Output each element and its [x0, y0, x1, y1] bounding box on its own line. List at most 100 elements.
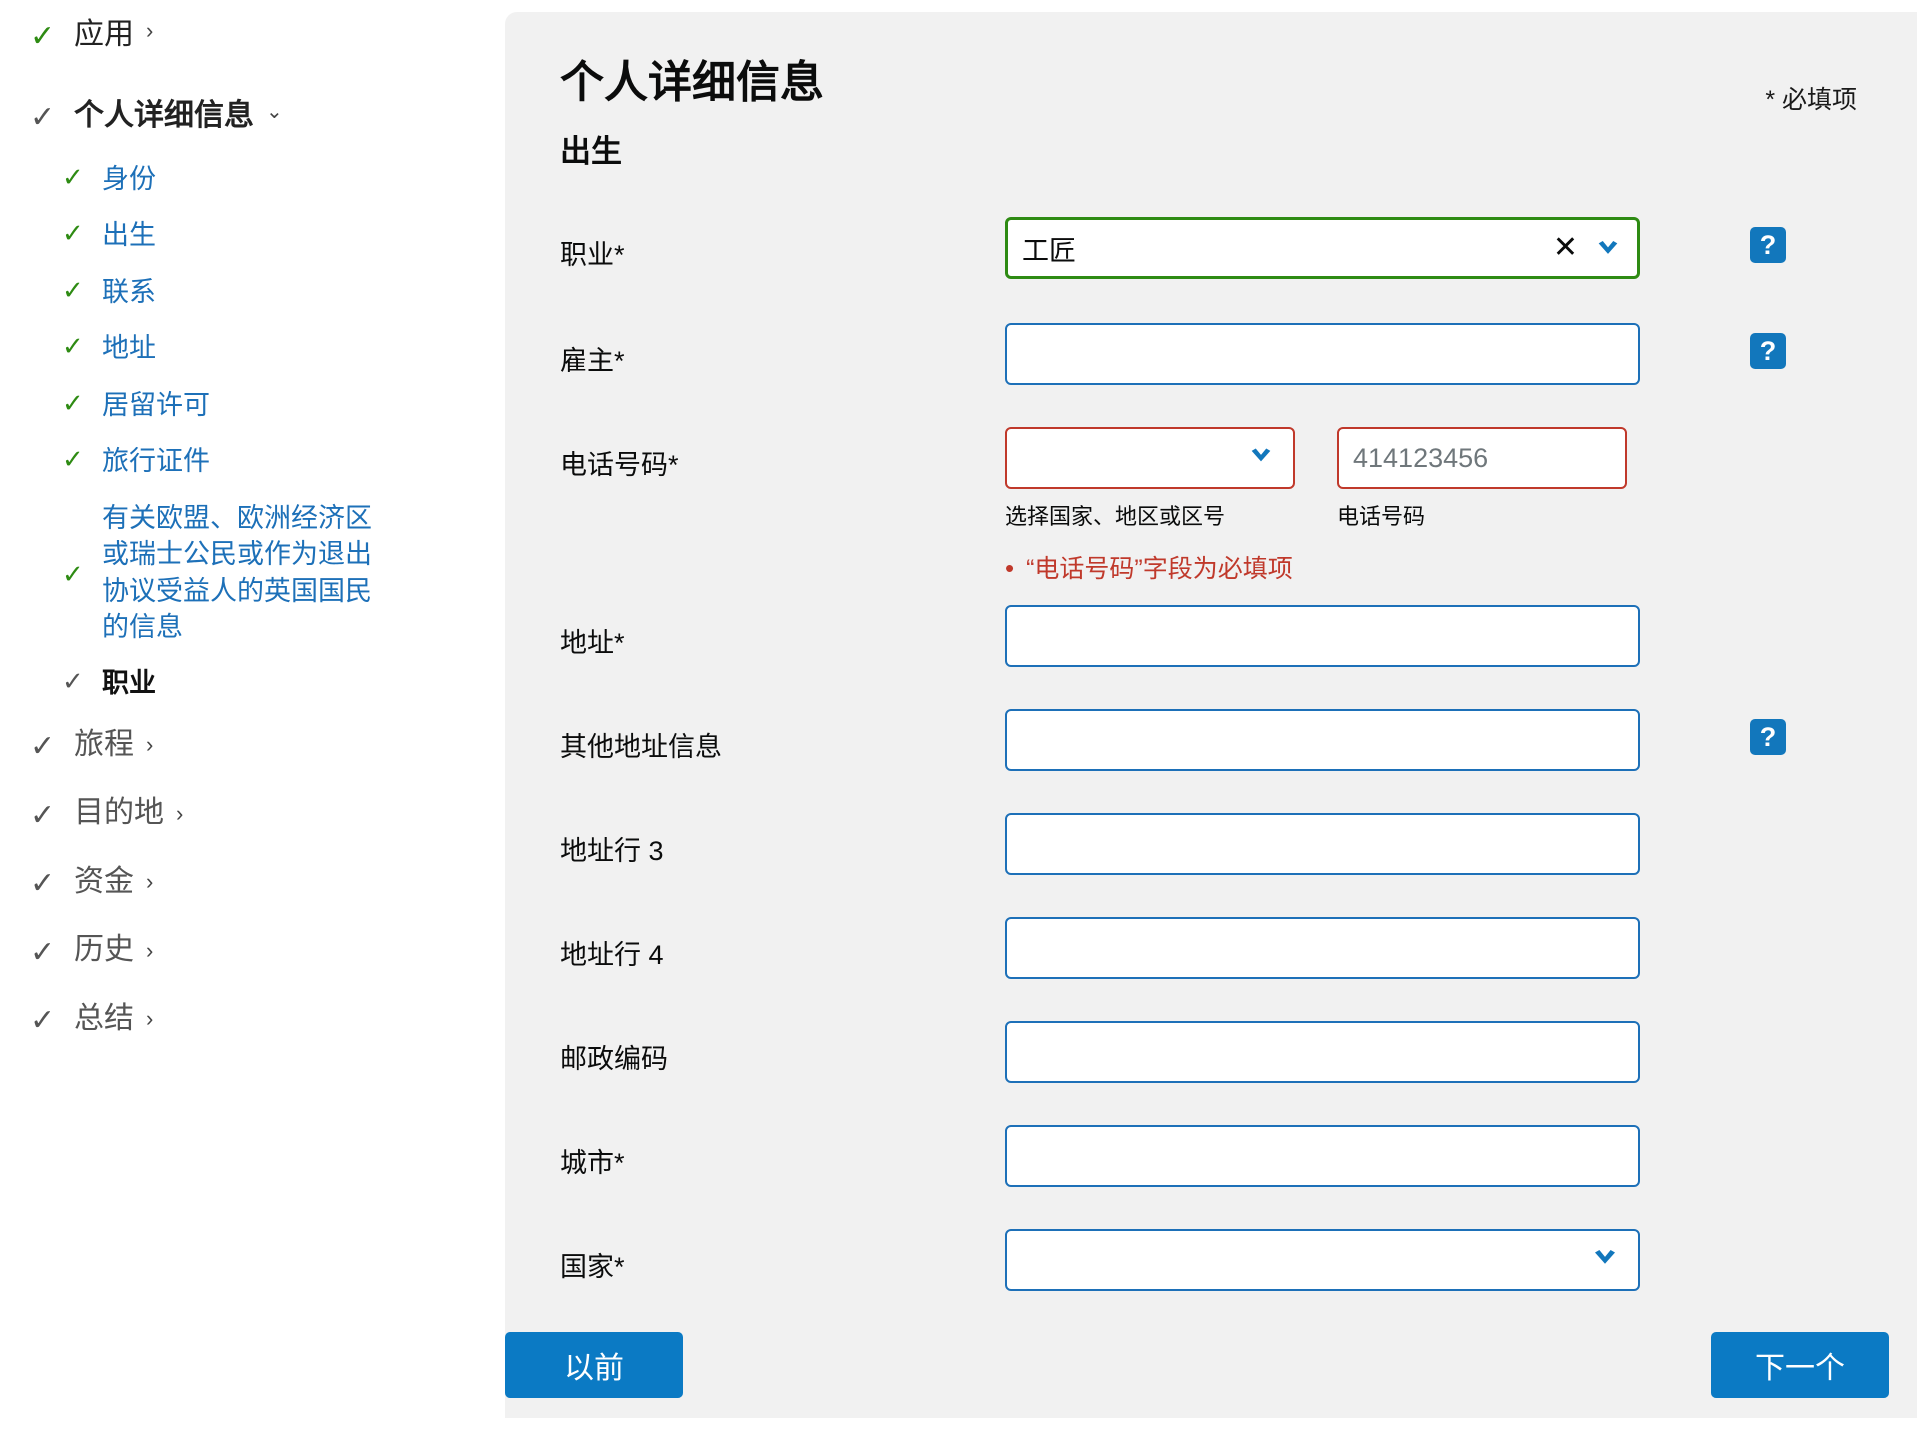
sidebar-section-label: 个人详细信息 [74, 98, 254, 132]
check-icon: ✓ [30, 798, 56, 832]
sidebar-item-birth[interactable]: ✓ 出生 [0, 217, 500, 253]
sidebar-bottom-sections: ✓ 旅程 › ✓ 目的地 › ✓ 资金 › ✓ 历史 › ✓ 总结 › [0, 728, 500, 1037]
next-button[interactable]: 下一个 [1711, 1332, 1889, 1398]
check-icon: ✓ [62, 559, 84, 589]
field-row-address-line3: 地址行 3 [535, 813, 1857, 897]
previous-button[interactable]: 以前 [505, 1332, 683, 1398]
field-row-phone: 电话号码* 选择国家、地区或区号 414123456 电话号码 • “电话号码”… [535, 427, 1857, 585]
address-line4-input[interactable] [1005, 917, 1640, 979]
field-row-address-line4: 地址行 4 [535, 917, 1857, 1001]
sidebar-section-label: 资金 [74, 864, 134, 898]
sidebar-item-label: 联系 [102, 276, 156, 307]
sidebar-section-journey[interactable]: ✓ 旅程 › [30, 728, 500, 763]
chevron-right-icon: › [146, 18, 154, 43]
sidebar-item-label: 出生 [102, 220, 156, 251]
country-select[interactable] [1005, 1229, 1640, 1291]
phone-country-select-wrap[interactable] [1005, 427, 1295, 489]
sidebar-section-label: 目的地 [74, 796, 164, 830]
address-line4-control [1005, 917, 1857, 979]
phone-error-message: • “电话号码”字段为必填项 [1005, 549, 1857, 585]
sidebar-item-residence-permit[interactable]: ✓ 居留许可 [0, 387, 500, 423]
check-icon: ✓ [62, 444, 84, 475]
check-icon: ✓ [62, 666, 84, 697]
field-row-country: 国家* [535, 1229, 1857, 1313]
phone-label: 电话号码* [560, 450, 679, 480]
city-input[interactable] [1005, 1125, 1640, 1187]
postcode-input[interactable] [1005, 1021, 1640, 1083]
field-row-occupation: 职业* ✕ ? [535, 217, 1857, 301]
sidebar-item-eu-eea-swiss-info[interactable]: ✓ 有关欧盟、欧洲经济区或瑞士公民或作为退出协议受益人的英国国民的信息 [0, 500, 500, 646]
sidebar-item-contact[interactable]: ✓ 联系 [0, 274, 500, 310]
bullet-icon: • [1005, 553, 1015, 583]
sidebar-section-application[interactable]: ✓ 应用 › [0, 18, 500, 53]
sidebar-section-personal-details[interactable]: ✓ 个人详细信息 ⌄ [0, 99, 500, 134]
sidebar-section-funds[interactable]: ✓ 资金 › [30, 865, 500, 900]
sidebar-item-address[interactable]: ✓ 地址 [0, 330, 500, 366]
phone-control: 选择国家、地区或区号 电话号码 • “电话号码”字段为必填项 [1005, 427, 1857, 585]
chevron-right-icon: › [146, 937, 154, 963]
occupation-help-icon[interactable]: ? [1750, 227, 1786, 263]
sidebar-item-label: 旅行证件 [102, 446, 210, 477]
address-label: 地址* [560, 628, 625, 658]
chevron-right-icon: › [146, 732, 154, 758]
page-title: 个人详细信息 [560, 58, 824, 107]
page-subtitle: 出生 [560, 134, 622, 169]
sidebar-item-label: 居留许可 [102, 389, 210, 420]
field-row-city: 城市* [535, 1125, 1857, 1209]
chevron-right-icon: › [146, 869, 154, 895]
field-row-address-other: 其他地址信息 ? [535, 709, 1857, 793]
truncated-top-text [1887, 0, 1893, 6]
phone-number-input[interactable] [1337, 427, 1627, 489]
sidebar-section-destination[interactable]: ✓ 目的地 › [30, 796, 500, 831]
occupation-control: ✕ ? [1005, 217, 1857, 279]
check-icon: ✓ [62, 218, 84, 249]
phone-country-select[interactable] [1005, 427, 1295, 489]
address-other-control: ? [1005, 709, 1857, 771]
form-panel: * 必填项 个人详细信息 出生 职业* ✕ [505, 12, 1917, 1312]
chevron-down-icon: ⌄ [266, 100, 283, 123]
sidebar-section-history[interactable]: ✓ 历史 › [30, 933, 500, 968]
check-icon: ✓ [62, 331, 84, 362]
sidebar-item-label: 有关欧盟、欧洲经济区或瑞士公民或作为退出协议受益人的英国国民的信息 [102, 502, 372, 642]
check-icon: ✓ [62, 274, 84, 305]
postcode-control [1005, 1021, 1857, 1083]
city-label: 城市* [560, 1148, 625, 1178]
application-form-page: ✓ 应用 › ✓ 个人详细信息 ⌄ ✓ 身份 ✓ 出生 ✓ 联系 ✓ 地址 ✓ … [0, 0, 1917, 1430]
phone-country-col: 选择国家、地区或区号 [1005, 427, 1295, 531]
chevron-down-icon[interactable] [1594, 234, 1622, 262]
check-icon: ✓ [30, 935, 56, 969]
sidebar-section-summary[interactable]: ✓ 总结 › [30, 1002, 500, 1037]
address-line3-input[interactable] [1005, 813, 1640, 875]
sidebar-item-travel-document[interactable]: ✓ 旅行证件 [0, 443, 500, 479]
sidebar-subitems: ✓ 身份 ✓ 出生 ✓ 联系 ✓ 地址 ✓ 居留许可 ✓ 旅行证件 ✓ 有关欧盟… [0, 161, 500, 702]
phone-country-hint: 选择国家、地区或区号 [1005, 504, 1226, 529]
sidebar-section-label: 应用 [74, 18, 134, 51]
check-icon: ✓ [30, 20, 56, 53]
phone-error-text: “电话号码”字段为必填项 [1026, 555, 1293, 583]
progress-sidebar: ✓ 应用 › ✓ 个人详细信息 ⌄ ✓ 身份 ✓ 出生 ✓ 联系 ✓ 地址 ✓ … [0, 0, 500, 1071]
check-icon: ✓ [62, 387, 84, 418]
main-content: * 必填项 个人详细信息 出生 职业* ✕ [500, 0, 1917, 1430]
required-fields-note: * 必填项 [1765, 86, 1857, 114]
address-other-help-icon[interactable]: ? [1750, 719, 1786, 755]
occupation-label: 职业* [560, 240, 625, 270]
postcode-label: 邮政编码 [560, 1044, 668, 1074]
phone-group: 选择国家、地区或区号 电话号码 [1005, 427, 1857, 531]
sidebar-item-identity[interactable]: ✓ 身份 [0, 161, 500, 197]
chevron-right-icon: › [146, 1006, 154, 1032]
address-other-input[interactable] [1005, 709, 1640, 771]
occupation-combobox[interactable]: ✕ [1005, 217, 1640, 279]
check-icon: ✓ [30, 1004, 56, 1038]
field-row-postcode: 邮政编码 [535, 1021, 1857, 1105]
country-select-wrap[interactable] [1005, 1229, 1640, 1291]
close-icon[interactable]: ✕ [1553, 233, 1578, 263]
phone-number-col: 电话号码 [1337, 427, 1627, 531]
occupation-input[interactable] [1005, 217, 1640, 279]
country-control [1005, 1229, 1857, 1291]
sidebar-item-occupation[interactable]: ✓ 职业 [0, 665, 500, 701]
address-input[interactable] [1005, 605, 1640, 667]
field-row-employer: 雇主* ? [535, 323, 1857, 407]
employer-input[interactable] [1005, 323, 1640, 385]
employer-help-icon[interactable]: ? [1750, 333, 1786, 369]
sidebar-item-label: 地址 [102, 333, 156, 364]
